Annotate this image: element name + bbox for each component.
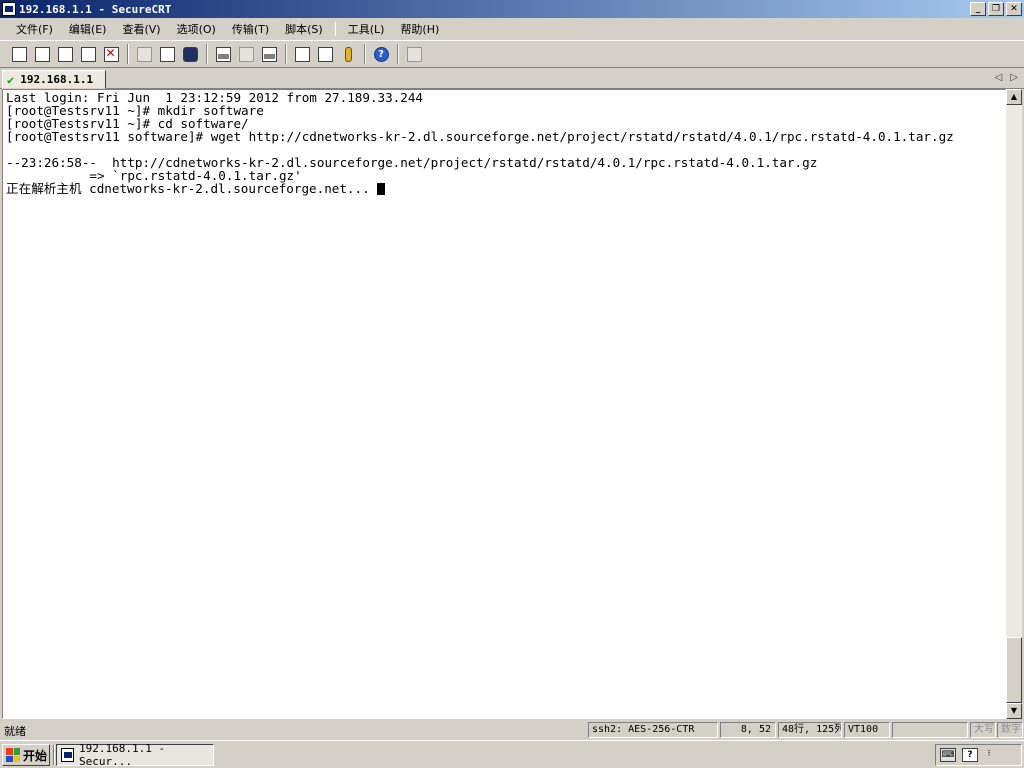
toolbar: ? [0,40,1024,68]
keyboard-icon[interactable]: ⌨ [940,748,956,762]
scroll-up-button[interactable]: ▲ [1006,89,1022,105]
reconnect-button[interactable] [77,43,99,65]
connected-check-icon: ✔ [7,72,15,87]
menu-script[interactable]: 脚本(S) [277,21,331,37]
toolbar-separator [285,44,287,64]
connect-icon [11,46,27,62]
copy-icon [136,46,152,62]
menu-edit[interactable]: 编辑(E) [61,21,115,37]
securecrt-app-icon [61,748,75,762]
windows-logo-icon [6,748,20,762]
terminal-line: 正在解析主机 cdnetworks-kr-2.dl.sourceforge.ne… [6,182,1005,195]
session-options-icon [294,46,310,62]
status-cursor-position: 8, 52 [720,722,776,738]
terminal-output: Last login: Fri Jun 1 23:12:59 2012 from… [3,90,1005,195]
menu-tools[interactable]: 工具(L) [340,21,393,37]
terminal-cursor [377,183,386,195]
status-blank [892,722,968,738]
tab-scroll-left-icon[interactable]: ◁ [995,72,1003,83]
taskbar: 开始 192.168.1.1 - Secur... ⌨ ? ⁝ [0,740,1024,768]
print-setup-icon [261,46,277,62]
sftp-button[interactable] [403,43,425,65]
toolbar-separator [206,44,208,64]
status-bar: 就绪 ssh2: AES-256-CTR 8, 52 48行, 125列 VT1… [0,720,1024,740]
vertical-scrollbar[interactable]: ▲ ▼ [1006,89,1022,719]
start-label: 开始 [23,748,48,763]
menu-view[interactable]: 查看(V) [114,21,168,37]
menu-file[interactable]: 文件(F) [8,21,61,37]
toolbar-separator [127,44,129,64]
taskbar-window-label: 192.168.1.1 - Secur... [79,742,166,768]
key-icon [344,46,352,62]
copy-button[interactable] [133,43,155,65]
paste-button[interactable] [156,43,178,65]
paste-icon [159,46,175,62]
print-screen-button[interactable] [212,43,234,65]
print-setup-button[interactable] [258,43,280,65]
session-tab-bar: ✔ 192.168.1.1 ◁ ▷ [0,69,1024,89]
help-icon: ? [373,46,389,62]
status-terminal-size: 48行, 125列 [778,722,842,738]
window-title: 192.168.1.1 - SecureCRT [19,2,172,16]
status-cipher: ssh2: AES-256-CTR [588,722,718,738]
language-icon[interactable]: ⁝ [984,748,994,762]
session-tab-label: 192.168.1.1 [20,73,94,86]
menu-transfer[interactable]: 传输(T) [224,21,277,37]
tab-scroll-arrows: ◁ ▷ [995,72,1018,83]
find-icon [182,46,198,62]
status-num-lock: 数字 [997,722,1023,738]
tab-scroll-right-icon[interactable]: ▷ [1010,72,1018,83]
terminal-view[interactable]: Last login: Fri Jun 1 23:12:59 2012 from… [2,89,1006,719]
securecrt-app-icon[interactable] [2,2,16,16]
connect-button[interactable] [8,43,30,65]
terminal-line: [root@Testsrv11 software]# wget http://c… [6,129,954,144]
connect-in-tab-icon [57,46,73,62]
scroll-thumb[interactable] [1006,637,1022,703]
find-button[interactable] [179,43,201,65]
session-options-button[interactable] [291,43,313,65]
terminal-current-line: 正在解析主机 cdnetworks-kr-2.dl.sourceforge.ne… [6,181,378,196]
minimize-button[interactable]: _ [970,2,986,16]
taskbar-separator [53,745,55,765]
print-selection-button[interactable] [235,43,257,65]
title-bar[interactable]: 192.168.1.1 - SecureCRT _ ❐ ✕ [0,0,1024,18]
help-button[interactable]: ? [370,43,392,65]
print-selection-icon [238,46,254,62]
sftp-icon [406,46,422,62]
print-screen-icon [215,46,231,62]
help-icon[interactable]: ? [962,748,978,762]
window-controls: _ ❐ ✕ [970,2,1022,16]
menu-options[interactable]: 选项(O) [169,21,224,37]
status-ready: 就绪 [4,725,26,738]
status-caps-lock: 大写 [970,722,996,738]
menu-help[interactable]: 帮助(H) [392,21,447,37]
status-emulation: VT100 [844,722,890,738]
toolbar-separator [397,44,399,64]
scroll-down-button[interactable]: ▼ [1006,703,1022,719]
disconnect-button[interactable] [100,43,122,65]
close-button[interactable]: ✕ [1006,2,1022,16]
menu-bar: 文件(F) 编辑(E) 查看(V) 选项(O) 传输(T) 脚本(S) 工具(L… [0,19,1024,39]
session-tab[interactable]: ✔ 192.168.1.1 [2,70,106,89]
disconnect-icon [103,46,119,62]
system-tray: ⌨ ? ⁝ [935,744,1022,766]
connect-in-tab-button[interactable] [54,43,76,65]
keymap-button[interactable] [337,43,359,65]
global-options-icon [317,46,333,62]
menu-separator [334,22,336,36]
reconnect-icon [80,46,96,62]
global-options-button[interactable] [314,43,336,65]
toolbar-separator [364,44,366,64]
maximize-button[interactable]: ❐ [988,2,1004,16]
start-button[interactable]: 开始 [2,744,50,766]
taskbar-window-button[interactable]: 192.168.1.1 - Secur... [56,742,214,768]
quick-connect-icon [34,46,50,62]
quick-connect-button[interactable] [31,43,53,65]
